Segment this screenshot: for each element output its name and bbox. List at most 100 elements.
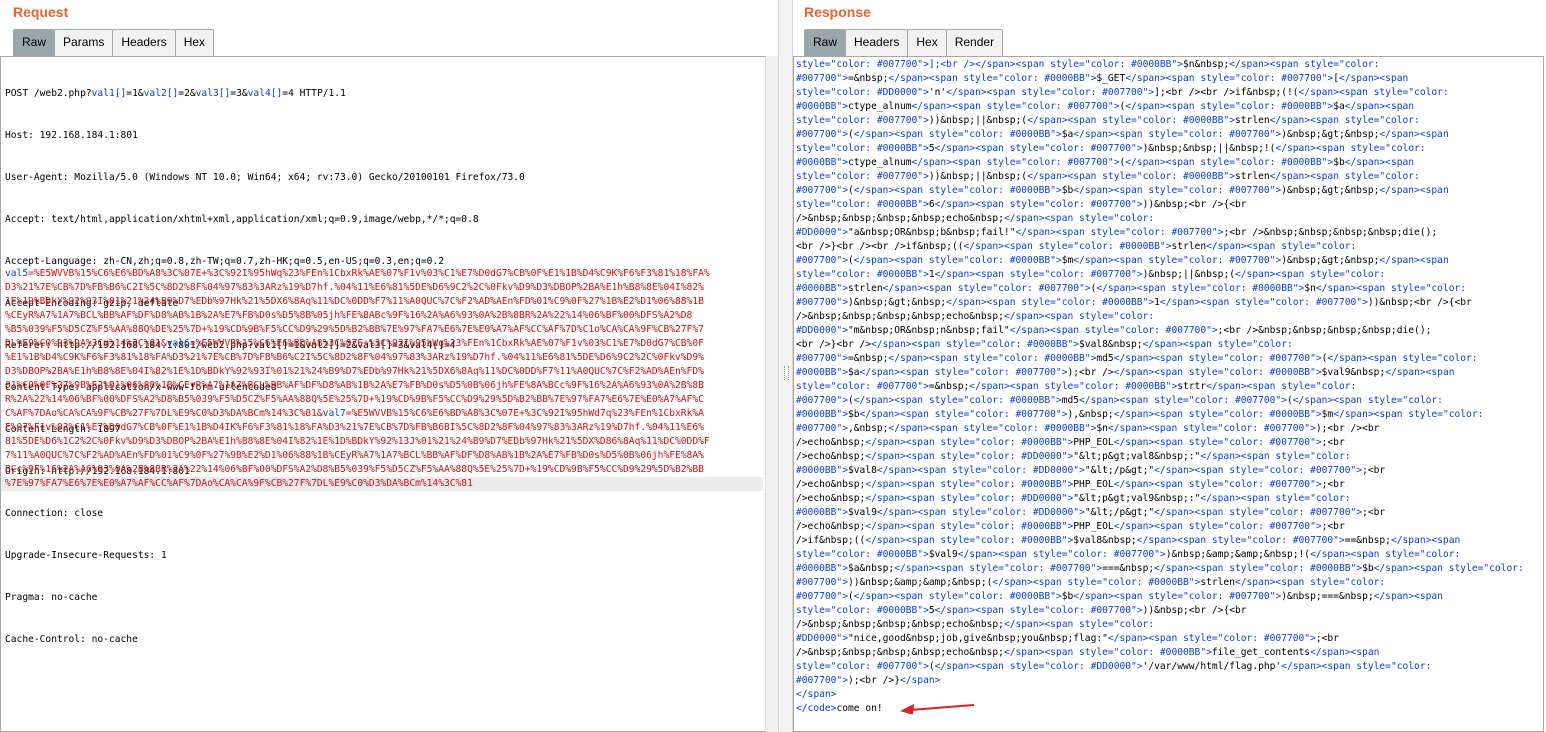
code-text: "nice,good&nbsp;job,give&nbsp;you&nbsp;f… bbox=[847, 633, 1108, 644]
html-markup: #007700"> bbox=[796, 353, 848, 364]
html-markup: #007700"> bbox=[796, 185, 848, 196]
html-markup: </span><span style="color: #0000BB"> bbox=[1027, 115, 1235, 126]
red-arrow-annotation bbox=[900, 704, 975, 714]
code-text: =&nbsp; bbox=[847, 73, 889, 84]
code-text: $n bbox=[1304, 283, 1316, 294]
code-text: "&lt;p&gt;val9&nbsp;:" bbox=[1073, 493, 1201, 504]
response-line: #007700">(</span><span style="color: #00… bbox=[796, 128, 1539, 142]
code-text: $val9&nbsp; bbox=[1321, 367, 1386, 378]
response-viewer[interactable]: style="color: #007700">];<br /> </span><s… bbox=[793, 56, 1544, 732]
html-markup: </span><span style="color: #007700"> bbox=[1015, 227, 1224, 238]
html-markup: #DD0000"> bbox=[796, 633, 848, 644]
html-markup: style="color: #007700">];<br /> bbox=[796, 59, 976, 70]
html-markup: #0000BB"> bbox=[796, 465, 848, 476]
html-markup: style="color: #0000BB"> bbox=[796, 143, 929, 154]
response-line: <br />}<br /></span><span style="color: … bbox=[796, 338, 1539, 352]
html-markup: </span><span style="color: #007700"> bbox=[1136, 535, 1345, 546]
html-markup: </span><span style="color: #0000BB"> bbox=[853, 185, 1062, 196]
header-line: Upgrade-Insecure-Requests: 1 bbox=[5, 550, 167, 561]
code-text: ;<br bbox=[1362, 507, 1386, 518]
code-text: $b bbox=[1061, 591, 1074, 602]
html-markup: </span><span style="color: #007700"> bbox=[1073, 129, 1282, 140]
html-markup: #0000BB"> bbox=[796, 283, 848, 294]
code-text: md5 bbox=[1096, 353, 1114, 364]
body-line: E%07%F1v%03%C1%E7%D0dG7%CB%0F%E1%1B%D4IK… bbox=[1, 421, 763, 435]
code-text: />if&nbsp;(( bbox=[796, 535, 866, 546]
tab-params[interactable]: Params bbox=[54, 29, 114, 56]
html-markup: </span><span style="color: #007700"> bbox=[1125, 73, 1334, 84]
code-text: $a bbox=[847, 367, 860, 378]
code-text: ))&nbsp;<br />{<br bbox=[1142, 199, 1247, 210]
tab-raw[interactable]: Raw bbox=[804, 29, 847, 56]
code-text: ;<br />&nbsp;&nbsp;&nbsp;&nbsp;die(); bbox=[1223, 227, 1438, 238]
request-method-path: POST /web2.php? bbox=[5, 88, 92, 99]
request-scrollbar[interactable] bbox=[765, 56, 778, 732]
html-markup: </span><span style="color: #0000BB"> bbox=[865, 535, 1074, 546]
html-markup: style="color: #0000BB"> bbox=[796, 199, 929, 210]
body-line: C%AF%7DAo%CA%CA%9F%CB%27F%7DL%E9%C0%D3%D… bbox=[1, 407, 763, 421]
html-markup: </span><span style="color: #0000BB"> bbox=[969, 381, 1178, 392]
html-markup: </span><span style="color: bbox=[1003, 311, 1155, 322]
html-markup: </span><span bbox=[1379, 185, 1449, 196]
header-line: Cache-Control: no-cache bbox=[5, 634, 138, 645]
html-markup: </span><span style="color: #007700"> bbox=[911, 101, 1120, 112]
code-text: />&nbsp;&nbsp;&nbsp;&nbsp;echo&nbsp; bbox=[796, 619, 1004, 630]
html-markup: </span> bbox=[899, 675, 941, 686]
html-markup: #007700"> bbox=[796, 255, 848, 266]
tab-render[interactable]: Render bbox=[945, 29, 1004, 56]
code-text: $b bbox=[1362, 563, 1374, 574]
html-markup: </span><span style="color: bbox=[1234, 577, 1386, 588]
html-markup: </span><span style="color: #007700"> bbox=[1079, 395, 1287, 406]
code-text: '/var/www/html/flag.php' bbox=[1142, 661, 1282, 672]
tab-headers[interactable]: Headers bbox=[845, 29, 909, 56]
body-line: %7E%97%FA7%E6%7E%E0%A7%AF%CC%AF%7DAo%CA%… bbox=[1, 477, 763, 491]
body-param-value: =%E5WVVB%15%C6%E6%BD%A8%3C%07E+%3C%92I%9… bbox=[28, 268, 710, 279]
code-text: $a bbox=[1061, 129, 1074, 140]
tab-hex[interactable]: Hex bbox=[174, 29, 215, 56]
tab-hex[interactable]: Hex bbox=[907, 29, 947, 56]
html-markup: style="color: #007700"> bbox=[796, 171, 929, 182]
html-markup: #007700"> bbox=[796, 129, 848, 140]
code-text: />echo&nbsp; bbox=[796, 479, 866, 490]
html-markup: #007700"> bbox=[796, 675, 848, 686]
html-markup: #DD0000"> bbox=[796, 325, 848, 336]
html-markup: </span><span style="color: #007700"> bbox=[1073, 591, 1282, 602]
code-text: />echo&nbsp; bbox=[796, 437, 866, 448]
html-markup: </span><span style="color: #0000BB"> bbox=[1125, 157, 1334, 168]
code-text: ,&nbsp; bbox=[847, 423, 889, 434]
html-markup: #0000BB"> bbox=[796, 507, 848, 518]
body-line: 7%11%A0QUC%7C%F2%AD%AEn%FD%01%C9%0F%27%9… bbox=[1, 449, 763, 463]
body-param-value: 01%C9%0F%27%9B%E2%D1%06%88%1B%CEyR%A7%1A… bbox=[5, 380, 704, 391]
response-raw-text: style="color: #007700">];<br /> </span><s… bbox=[796, 58, 1539, 716]
body-param-value: D3%21%7E%CB%7D%FB%B6%C2I%5C%8D2%8F%04%97… bbox=[5, 282, 704, 293]
code-text: ),&nbsp; bbox=[1067, 409, 1114, 420]
code-text: $val8&nbsp; bbox=[1073, 535, 1137, 546]
body-param-value: %B5%039%F5%D5CZ%F5%AA%88Q%DE%25%7D+%19%C… bbox=[5, 324, 704, 335]
query-param-name: val1[] bbox=[91, 88, 127, 99]
response-line: #0000BB">ctype_alnum</span><span style="… bbox=[796, 156, 1539, 170]
request-editor[interactable]: POST /web2.php?val1[]=1&val2[]=2&val3[]=… bbox=[0, 56, 766, 732]
response-line: />echo&nbsp;</span><span style="color: #… bbox=[796, 450, 1539, 464]
response-line: style="color: #007700">=&nbsp;</span><sp… bbox=[796, 380, 1539, 394]
html-markup: </span><span style="color: #0000BB"> bbox=[888, 353, 1097, 364]
tab-raw[interactable]: Raw bbox=[13, 29, 56, 56]
code-text: PHP_EOL bbox=[1073, 521, 1114, 532]
response-line: style="color: #0000BB">$val9</span><span… bbox=[796, 548, 1539, 562]
pane-splitter[interactable] bbox=[778, 0, 793, 732]
html-markup: </span><span bbox=[1344, 101, 1415, 112]
body-param-name: val7 bbox=[322, 408, 346, 419]
html-markup: </span><span style="color: #DD0000"> bbox=[876, 507, 1085, 518]
tab-headers[interactable]: Headers bbox=[112, 29, 176, 56]
body-param-value: %CEyR%A7%1A7%BCL%BB%AF%DF%D8%AB%1B%2A%E7… bbox=[5, 310, 693, 321]
code-text: $b bbox=[1333, 157, 1345, 168]
html-markup: </span><span style="color: #0000BB"> bbox=[963, 241, 1172, 252]
code-text: PHP_EOL bbox=[1073, 479, 1114, 490]
code-text: PHP_EOL bbox=[1073, 437, 1114, 448]
http-version: HTTP/1.1 bbox=[293, 88, 346, 99]
header-line: Pragma: no-cache bbox=[5, 592, 98, 603]
code-text: />echo&nbsp; bbox=[796, 493, 866, 504]
html-markup: </span><span style="color: bbox=[1200, 493, 1351, 504]
html-markup: </span><span style="color: #007700"> bbox=[1009, 325, 1218, 336]
response-line: #007700">=&nbsp;</span><span style="colo… bbox=[796, 72, 1539, 86]
html-markup: #0000BB"> bbox=[796, 157, 848, 168]
